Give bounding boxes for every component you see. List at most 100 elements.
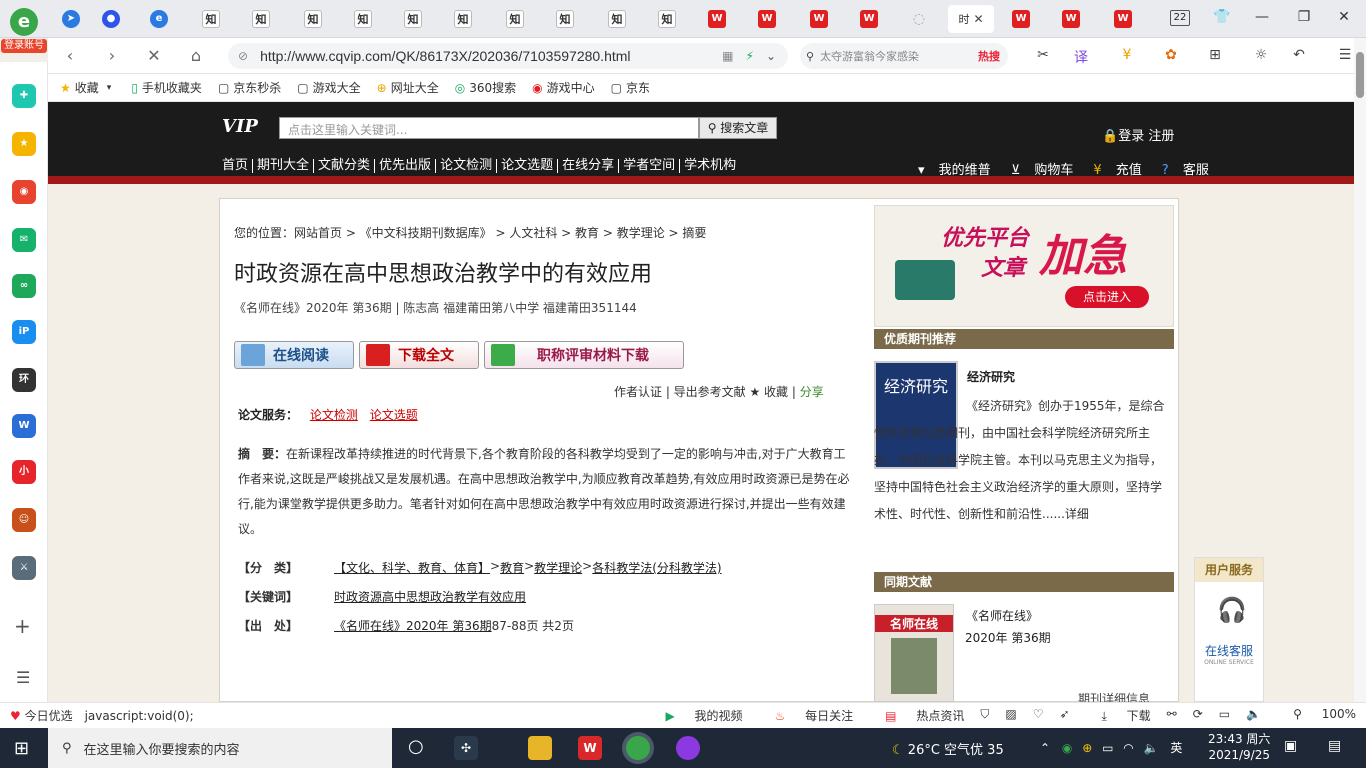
coupon-icon[interactable]: ¥ (1116, 47, 1138, 63)
user-service-widget[interactable]: 用户服务 🎧 在线客服 ONLINE SERVICE (1194, 557, 1264, 702)
bookmark-game-center[interactable]: ◉ 游戏中心 (532, 79, 595, 96)
tab[interactable]: W (998, 5, 1044, 33)
bookmark-jd-seckill[interactable]: ▢ 京东秒杀 (218, 79, 281, 96)
url-bar[interactable]: ⊘ http://www.cqvip.com/QK/86173X/202036/… (228, 43, 788, 69)
hot-news[interactable]: ▤ 热点资讯 (869, 707, 964, 724)
ime-indicator[interactable]: 英 (1170, 741, 1182, 755)
nav-check[interactable]: 论文检测 (436, 159, 498, 173)
window-icon[interactable]: ▭ (1219, 707, 1230, 724)
bookmark-favorites[interactable]: ★ 收藏 ▾ (60, 79, 115, 96)
daily-focus[interactable]: ♨ 每日关注 (759, 707, 854, 724)
tray-plus-icon[interactable]: ⊕ (1082, 741, 1092, 755)
tab[interactable]: 知 (492, 5, 538, 33)
nav-journals[interactable]: 期刊大全 (253, 159, 315, 173)
paper-check-link[interactable]: 论文检测 (310, 408, 358, 422)
bookmark-mobile[interactable]: ▯ 手机收藏夹 (131, 79, 202, 96)
chevron-down-icon[interactable]: ⌄ (766, 49, 776, 63)
weather[interactable]: ☾ 26°C 空气优 35 (892, 739, 1004, 758)
read-online-button[interactable]: 在线阅读 (234, 341, 354, 369)
download-button[interactable]: 下载全文 (359, 341, 479, 369)
tab[interactable]: W (1100, 5, 1146, 33)
avatar-game-icon[interactable]: ☺ (12, 508, 36, 532)
main-menu-icon[interactable]: ☰ (1334, 47, 1356, 63)
nav-institutions[interactable]: 学术机构 (680, 159, 740, 173)
refresh-icon[interactable]: ⟳ (1193, 707, 1203, 724)
scrollbar-thumb[interactable] (1356, 52, 1364, 98)
image-icon[interactable]: ▨ (1005, 707, 1016, 724)
tab[interactable]: 知 (440, 5, 486, 33)
360-browser-taskbar-icon[interactable] (626, 736, 650, 760)
tab[interactable]: W (796, 5, 842, 33)
enter-button[interactable]: 点击进入 (1065, 286, 1149, 308)
tab[interactable]: W (1048, 5, 1094, 33)
breadcrumb[interactable]: 您的位置：网站首页 > 《中文科技期刊数据库》 > 人文社科 > 教育 > 教学… (234, 224, 706, 241)
tab[interactable]: W (846, 5, 892, 33)
materials-download-button[interactable]: 职称评审材料下载 (484, 341, 684, 369)
translate-icon[interactable]: 译 (1070, 47, 1092, 67)
task-view-icon[interactable]: ○ (408, 736, 424, 757)
wps-taskbar-icon[interactable]: W (578, 736, 602, 760)
speaker-icon[interactable]: 🔈 (1144, 741, 1159, 755)
browser-logo[interactable]: e 登录账号 (0, 8, 48, 60)
share-link[interactable]: 分享 (800, 385, 824, 399)
wifi-icon[interactable]: ◠ (1123, 741, 1133, 755)
downloads[interactable]: ⤓ 下载 (1086, 707, 1151, 724)
zoom-level[interactable]: ⚲ 100% (1277, 707, 1356, 724)
url-text[interactable]: http://www.cqvip.com/QK/86173X/202036/71… (260, 48, 630, 64)
undo-icon[interactable]: ↶ (1288, 47, 1310, 63)
tray-360-icon[interactable]: ◉ (1062, 741, 1072, 755)
clock[interactable]: 23:43 周六 2021/9/25 (1208, 731, 1270, 763)
devices-icon[interactable]: ⚯ (1167, 707, 1177, 724)
favorites-icon[interactable]: ★ (12, 132, 36, 156)
same-issue-cover[interactable]: 名师在线 (874, 604, 954, 702)
add-icon[interactable]: + (14, 614, 31, 638)
bookmark-jd[interactable]: ▢ 京东 (611, 79, 650, 96)
close-window-icon[interactable]: ✕ (1334, 9, 1354, 25)
word-doc-icon[interactable]: W (12, 414, 36, 438)
tab[interactable]: 知 (188, 5, 234, 33)
hot-search-label[interactable]: 热搜 (978, 48, 1000, 64)
tab[interactable]: e (136, 5, 182, 33)
scrollbar[interactable] (1354, 38, 1366, 702)
bookmark-360-search[interactable]: ◎ 360搜索 (455, 79, 516, 96)
plugin-icon[interactable]: ✚ (12, 84, 36, 108)
nav-categories[interactable]: 文献分类 (314, 159, 376, 173)
chevron-up-icon[interactable]: ⌃ (1040, 741, 1050, 755)
brightness-icon[interactable]: ☼ (1250, 47, 1272, 63)
shield-icon[interactable]: ⛉ (980, 707, 989, 724)
journal-title[interactable]: 经济研究 (967, 368, 1015, 385)
tab[interactable]: 知 (644, 5, 690, 33)
bookmark-games[interactable]: ▢ 游戏大全 (297, 79, 360, 96)
home-icon[interactable]: ⌂ (186, 46, 206, 65)
notification-app-icon[interactable]: ▣ (1284, 738, 1297, 754)
minimize-icon[interactable]: — (1252, 9, 1272, 25)
tab[interactable]: ● (88, 5, 134, 33)
site-search-button[interactable]: ⚲ 搜索文章 (699, 117, 777, 139)
login-account-label[interactable]: 登录账号 (1, 39, 47, 53)
menu-icon[interactable]: ☰ (16, 668, 30, 687)
tab[interactable]: W (744, 5, 790, 33)
nav-priority[interactable]: 优先出版 (375, 159, 437, 173)
ip-icon[interactable]: iP (12, 320, 36, 344)
shooter-game-icon[interactable]: ⚔ (12, 556, 36, 580)
priority-banner[interactable]: 优先平台 文章 加急 点击进入 (874, 205, 1174, 327)
volume-icon[interactable]: 🔈 (1246, 707, 1261, 724)
back-icon[interactable]: ‹ (60, 46, 80, 65)
health-icon[interactable]: ♡ (1033, 707, 1044, 724)
today-picks[interactable]: ♥ 今日优选 (0, 707, 73, 724)
nav-home[interactable]: 首页 (218, 159, 254, 173)
tab[interactable]: 知 (542, 5, 588, 33)
mail-icon[interactable]: ✉ (12, 228, 36, 252)
active-tab[interactable]: 时 ✕ (948, 5, 994, 33)
taskbar-search[interactable]: ⚲ 在这里输入你要搜索的内容 (48, 728, 392, 768)
fan-app-icon[interactable]: ✣ (454, 736, 478, 760)
qr-icon[interactable]: ▦ (722, 49, 733, 63)
action-center-icon[interactable]: ▤ (1328, 738, 1341, 754)
online-service-link[interactable]: 在线客服 (1195, 642, 1263, 659)
nav-scholars[interactable]: 学者空间 (619, 159, 681, 173)
tab[interactable]: 知 (594, 5, 640, 33)
mini-app-icon[interactable]: 小 (12, 460, 36, 484)
site-search-input[interactable]: 点击这里输入关键词... (279, 117, 699, 139)
lightning-icon[interactable]: ⚡ (746, 49, 754, 63)
tab[interactable]: ◌ (896, 5, 942, 33)
